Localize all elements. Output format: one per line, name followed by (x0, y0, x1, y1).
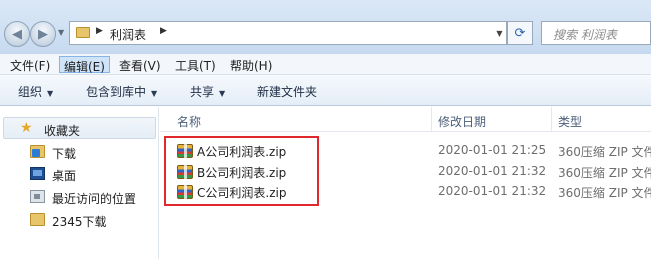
downloads-folder-icon (30, 145, 45, 158)
refresh-icon: ⟳ (514, 25, 526, 41)
menu-tools[interactable]: 工具(T) (171, 56, 220, 73)
favorites-label: 收藏夹 (44, 124, 81, 138)
file-date: 2020-01-01 21:32 (438, 164, 547, 178)
file-type: 360压缩 ZIP 文件 (558, 145, 651, 159)
menu-help[interactable]: 帮助(H) (226, 56, 276, 73)
highlight-annotation-box (164, 136, 319, 206)
menu-bar: 文件(F) 编辑(E) 查看(V) 工具(T) 帮助(H) (0, 54, 651, 75)
address-bar-row: ◀ ▶ ▼ ▶ 利润表 ▶ ▼ ⟳ 搜索 利润表 (0, 0, 651, 54)
back-arrow-icon: ◀ (12, 26, 22, 42)
chevron-down-icon: ▼ (151, 89, 158, 98)
file-date: 2020-01-01 21:25 (438, 143, 547, 157)
organize-button[interactable]: 组织 ▼ (18, 83, 53, 100)
folder-icon (30, 213, 45, 226)
include-in-library-button[interactable]: 包含到库中 ▼ (86, 83, 157, 100)
include-in-library-label: 包含到库中 (86, 85, 147, 99)
breadcrumb-separator-icon[interactable]: ▶ (160, 26, 167, 36)
refresh-button[interactable]: ⟳ (507, 21, 533, 45)
nav-item-label: 2345下载 (52, 215, 107, 229)
column-type[interactable]: 类型 (558, 113, 582, 130)
column-divider[interactable] (431, 107, 432, 131)
navigation-pane: ★ 收藏夹 下载 桌面 最近访问的位置 2345下载 (0, 107, 159, 259)
nav-item-label: 下载 (52, 147, 77, 161)
chevron-down-icon: ▼ (219, 89, 226, 98)
menu-edit[interactable]: 编辑(E) (59, 56, 110, 74)
folder-icon (76, 27, 90, 38)
file-date: 2020-01-01 21:32 (438, 184, 547, 198)
menu-view[interactable]: 查看(V) (115, 56, 165, 73)
chevron-down-icon: ▼ (47, 89, 54, 98)
favorites-header[interactable]: ★ 收藏夹 (3, 117, 156, 139)
nav-item-label: 桌面 (52, 169, 77, 183)
search-input[interactable]: 搜索 利润表 (541, 21, 651, 45)
star-icon: ★ (20, 120, 33, 136)
file-type: 360压缩 ZIP 文件 (558, 166, 651, 180)
column-header-row: 名称 修改日期 类型 (160, 107, 651, 132)
forward-button[interactable]: ▶ (30, 21, 56, 47)
nav-item-label: 最近访问的位置 (52, 192, 137, 206)
address-box[interactable]: ▶ 利润表 ▶ (69, 21, 507, 45)
menu-file[interactable]: 文件(F) (6, 56, 54, 73)
column-name[interactable]: 名称 (177, 113, 201, 130)
back-button[interactable]: ◀ (4, 21, 30, 47)
file-type: 360压缩 ZIP 文件 (558, 186, 651, 200)
command-toolbar: 组织 ▼ 包含到库中 ▼ 共享 ▼ 新建文件夹 (0, 75, 651, 106)
forward-arrow-icon: ▶ (38, 26, 48, 42)
column-divider[interactable] (551, 107, 552, 131)
address-history-dropdown-icon[interactable]: ▼ (492, 21, 507, 45)
breadcrumb-current-folder[interactable]: 利润表 (110, 26, 146, 43)
new-folder-button[interactable]: 新建文件夹 (257, 83, 317, 100)
column-date-modified[interactable]: 修改日期 (438, 113, 486, 130)
desktop-icon (30, 167, 45, 180)
recent-pages-dropdown-icon[interactable]: ▼ (58, 28, 64, 37)
breadcrumb-separator-icon[interactable]: ▶ (96, 26, 103, 36)
organize-label: 组织 (18, 85, 43, 99)
recent-places-icon (30, 190, 45, 203)
share-button[interactable]: 共享 ▼ (190, 83, 225, 100)
share-label: 共享 (190, 85, 215, 99)
